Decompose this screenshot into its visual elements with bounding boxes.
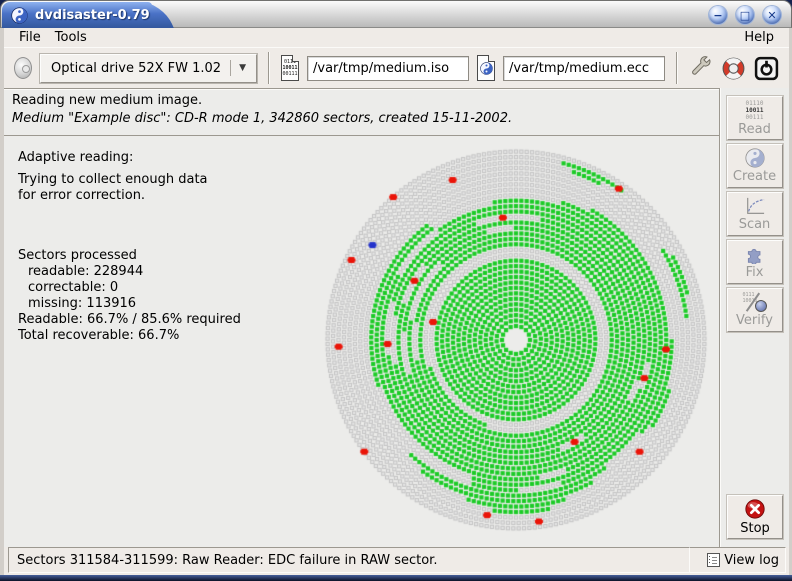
fix-puzzle-icon <box>745 244 765 264</box>
optical-disc-icon <box>14 57 32 79</box>
close-button[interactable]: ✕ <box>763 6 781 24</box>
window-body: File Tools Help Optical drive 52X FW 1.0… <box>0 28 792 575</box>
action-header: Reading new medium image. Medium "Exampl… <box>4 88 719 136</box>
iso-path-input[interactable] <box>307 56 469 81</box>
sectors-missing: missing: 113916 <box>18 296 241 312</box>
drive-selector[interactable]: Optical drive 52X FW 1.02 ▼ <box>40 54 257 83</box>
scan-curve-icon <box>744 196 766 216</box>
toolbar-separator <box>268 52 270 84</box>
medium-info: Medium "Example disc": CD-R mode 1, 3428… <box>12 111 719 126</box>
preferences-button[interactable] <box>689 54 713 82</box>
reading-view: Adaptive reading: Trying to collect enou… <box>4 136 719 547</box>
sectors-readable: readable: 228944 <box>18 264 241 280</box>
action-title: Reading new medium image. <box>12 93 719 108</box>
sectors-correctable: correctable: 0 <box>18 280 241 296</box>
lifebuoy-icon <box>721 56 746 81</box>
disc-sector-map <box>315 136 717 544</box>
help-button[interactable] <box>721 54 746 82</box>
chevron-down-icon: ▼ <box>230 60 250 76</box>
toolbar-separator <box>676 52 678 84</box>
app-logo-yinyang-icon <box>11 7 28 24</box>
quit-button[interactable] <box>754 54 779 82</box>
verify-icon: 0111 10011 <box>743 292 767 312</box>
info-desc-1: Trying to collect enough data <box>18 172 241 188</box>
read-binary-icon: 01110 10011 00111 <box>745 100 763 121</box>
fix-button[interactable]: Fix <box>727 240 783 284</box>
stop-label: Stop <box>740 521 770 536</box>
create-button[interactable]: Create <box>727 144 783 188</box>
fix-label: Fix <box>746 265 764 280</box>
status-message-frame: Sectors 311584-311599: Raw Reader: EDC f… <box>8 547 690 573</box>
info-desc-2: for error correction. <box>18 188 241 204</box>
menu-tools[interactable]: Tools <box>48 29 94 46</box>
toolbar: Optical drive 52X FW 1.02 ▼ 0111 10011 0… <box>4 47 789 88</box>
stop-icon <box>744 498 766 520</box>
menu-help[interactable]: Help <box>737 29 781 46</box>
action-sidebar: 01110 10011 00111 Read Create <box>719 88 789 547</box>
wrench-icon <box>689 56 713 80</box>
statusbar: Sectors 311584-311599: Raw Reader: EDC f… <box>8 547 786 573</box>
create-yinyang-icon <box>745 148 765 168</box>
log-list-icon <box>707 553 720 567</box>
menu-file[interactable]: File <box>12 29 48 46</box>
info-title: Adaptive reading: <box>18 150 241 166</box>
titlebar: dvdisaster-0.79 − □ ✕ <box>0 0 792 28</box>
power-icon <box>754 56 779 81</box>
verify-button[interactable]: 0111 10011 Verify <box>727 288 783 332</box>
status-message: Sectors 311584-311599: Raw Reader: EDC f… <box>17 553 437 568</box>
read-label: Read <box>738 122 771 137</box>
menubar: File Tools Help <box>4 28 789 47</box>
scan-button[interactable]: Scan <box>727 192 783 236</box>
ecc-path-input[interactable] <box>503 56 665 81</box>
drive-selector-value: Optical drive 52X FW 1.02 <box>51 61 221 76</box>
window-title: dvdisaster-0.79 <box>35 8 150 23</box>
sectors-processed-title: Sectors processed <box>18 248 241 264</box>
read-button[interactable]: 01110 10011 00111 Read <box>727 96 783 140</box>
total-recoverable: Total recoverable: 66.7% <box>18 328 241 344</box>
view-log-button[interactable]: View log <box>690 547 786 573</box>
ecc-file-icon <box>477 55 495 81</box>
view-log-label: View log <box>724 553 779 568</box>
iso-file-icon: 0111 10011 00111 <box>281 55 299 81</box>
window-bottom-frame <box>0 575 792 581</box>
ecc-yinyang-icon <box>480 62 493 75</box>
stop-button[interactable]: Stop <box>727 495 783 539</box>
readable-summary: Readable: 66.7% / 85.6% required <box>18 312 241 328</box>
minimize-button[interactable]: − <box>709 6 727 24</box>
verify-label: Verify <box>736 313 773 328</box>
create-label: Create <box>733 169 776 184</box>
scan-label: Scan <box>739 217 771 232</box>
info-panel: Adaptive reading: Trying to collect enou… <box>18 150 241 344</box>
maximize-button[interactable]: □ <box>736 6 754 24</box>
titlebar-tab: dvdisaster-0.79 <box>2 2 152 28</box>
